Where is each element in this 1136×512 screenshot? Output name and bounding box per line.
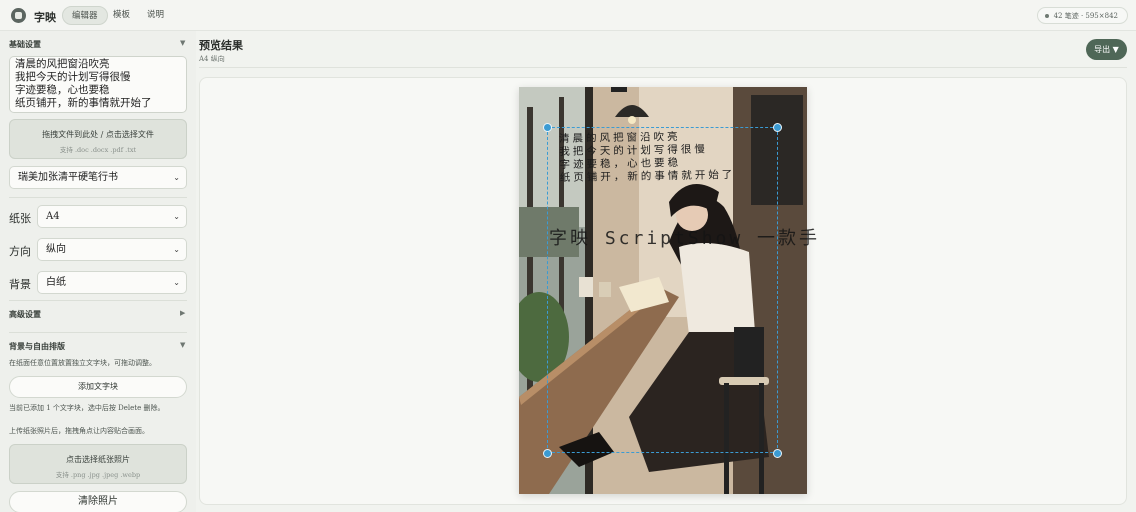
corner-handle-top-left[interactable] xyxy=(543,123,552,132)
top-bar: 字映 编辑器 模板 说明 42 笔迹 · 595×842 xyxy=(0,0,1136,31)
corner-handle-bottom-left[interactable] xyxy=(543,449,552,458)
divider xyxy=(199,67,1127,68)
photo-dropzone[interactable]: 点击选择纸张照片 支持 .png .jpg .jpeg .webp xyxy=(9,444,187,484)
tab-templates[interactable]: 模板 xyxy=(104,6,139,25)
selection-box[interactable] xyxy=(547,127,778,453)
photo-dropzone-title: 点击选择纸张照片 xyxy=(66,455,130,464)
tab-guide[interactable]: 说明 xyxy=(138,6,173,25)
orientation-select[interactable]: 纵向 ⌄ xyxy=(37,238,187,261)
paper-select[interactable]: A4 ⌄ xyxy=(37,205,187,228)
app-logo-icon xyxy=(11,8,26,23)
caret-down-icon[interactable]: ▼ xyxy=(180,39,185,47)
chevron-down-icon: ⌄ xyxy=(173,245,180,254)
app-name: 字映 xyxy=(34,11,56,24)
tab-editor[interactable]: 编辑器 xyxy=(62,6,108,25)
caret-down-icon[interactable]: ▼ xyxy=(180,341,185,349)
section-title-advanced[interactable]: 高级设置 xyxy=(9,309,41,320)
corner-handle-bottom-right[interactable] xyxy=(773,449,782,458)
caret-right-icon[interactable]: ▶ xyxy=(180,309,185,317)
chevron-down-icon: ⌄ xyxy=(173,173,180,182)
divider xyxy=(9,197,187,198)
background-select[interactable]: 白纸 ⌄ xyxy=(37,271,187,294)
page-subtitle: A4 纵向 xyxy=(199,55,225,63)
orientation-select-value: 纵向 xyxy=(46,244,66,255)
corner-handle-top-right[interactable] xyxy=(773,123,782,132)
section-title-basic: 基础设置 xyxy=(9,39,41,49)
paper-select-value: A4 xyxy=(46,211,60,222)
chevron-down-icon: ⌄ xyxy=(173,212,180,221)
add-text-block-button[interactable]: 添加文字块 xyxy=(9,376,187,398)
section-title-freeform[interactable]: 背景与自由排版 xyxy=(9,341,65,352)
paper-label: 纸张 xyxy=(9,212,31,225)
font-select-value: 瑞美加张清平硬笔行书 xyxy=(18,172,118,183)
divider xyxy=(9,332,187,333)
block-count-hint: 当前已添加 1 个文字块，选中后按 Delete 删除。 xyxy=(9,404,165,412)
chevron-down-icon: ⌄ xyxy=(173,278,180,287)
dropzone-subtitle: 支持 .doc .docx .pdf .txt xyxy=(59,146,137,154)
divider xyxy=(9,300,187,301)
background-label: 背景 xyxy=(9,278,31,291)
page-title: 预览结果 xyxy=(199,39,243,52)
font-select[interactable]: 瑞美加张清平硬笔行书 ⌄ xyxy=(9,166,187,189)
file-dropzone[interactable]: 拖拽文件到此处 / 点击选择文件 支持 .doc .docx .pdf .txt xyxy=(9,119,187,159)
orientation-label: 方向 xyxy=(9,245,31,258)
text-input[interactable]: 清晨的风把窗沿吹亮 我把今天的计划写得很慢 字迹要稳，心也要稳 纸页铺开，新的事… xyxy=(9,56,187,113)
dropzone-title: 拖拽文件到此处 / 点击选择文件 xyxy=(42,130,154,139)
stroke-stat-badge: 42 笔迹 · 595×842 xyxy=(1036,7,1128,24)
photo-hint: 上传纸张照片后，拖拽角点让内容贴合画面。 xyxy=(9,427,149,435)
freeform-hint: 在纸面任意位置放置独立文字块，可拖动调整。 xyxy=(9,359,156,367)
background-select-value: 白纸 xyxy=(46,277,66,288)
export-button[interactable]: 导出 ▼ xyxy=(1086,39,1127,60)
photo-dropzone-subtitle: 支持 .png .jpg .jpeg .webp xyxy=(55,471,141,479)
clear-photo-button[interactable]: 清除照片 xyxy=(9,491,187,512)
